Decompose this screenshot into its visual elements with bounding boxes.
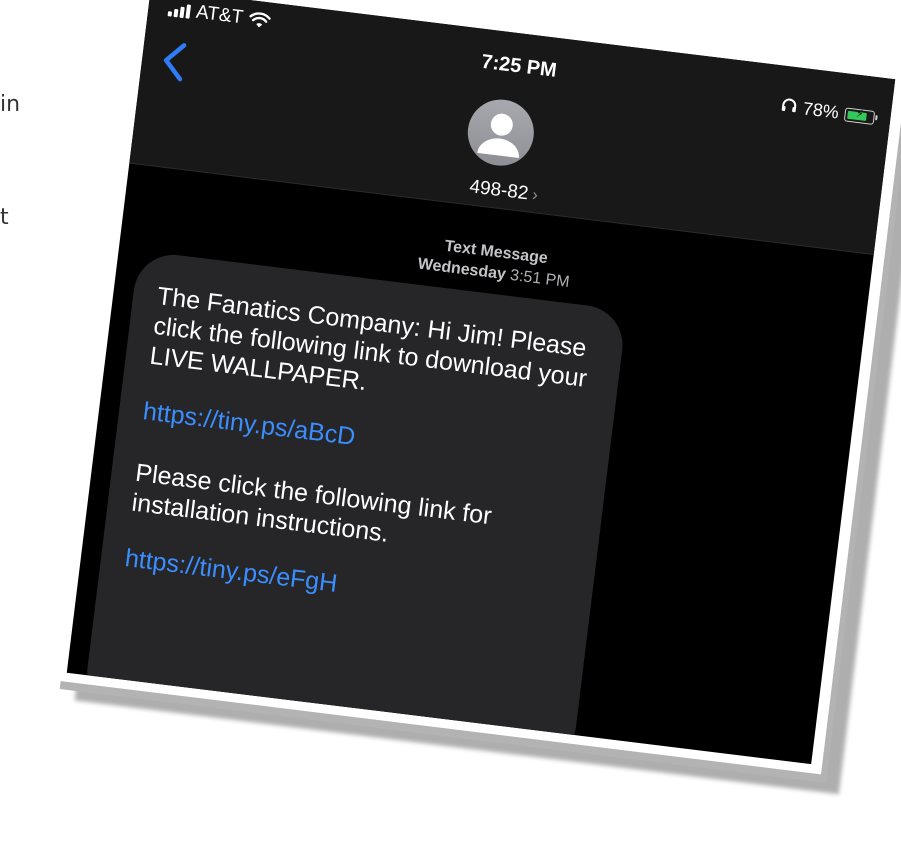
person-icon — [477, 113, 519, 158]
contact-avatar[interactable] — [464, 95, 538, 170]
battery-icon: ⚡ — [843, 106, 876, 125]
contact-chevron-icon: › — [531, 184, 540, 205]
battery-percent: 78% — [801, 98, 840, 123]
headphones-icon — [780, 96, 798, 119]
back-chevron-icon[interactable] — [159, 40, 188, 88]
background-text-fragment: in — [0, 92, 21, 117]
background-text-fragment-2: t — [0, 205, 9, 230]
message-paragraph-1: The Fanatics Company: Hi Jim! Please cli… — [148, 282, 589, 396]
charging-bolt-icon: ⚡ — [855, 107, 865, 121]
contact-number: 498-82 — [468, 176, 530, 205]
messages-screen: AT&T 7:25 PM 78% ⚡ 498-82› Text Message … — [66, 0, 896, 765]
incoming-message-bubble[interactable]: The Fanatics Company: Hi Jim! Please cli… — [82, 250, 628, 765]
phone-screenshot-frame: AT&T 7:25 PM 78% ⚡ 498-82› Text Message … — [54, 0, 901, 775]
message-time: 3:51 PM — [509, 266, 571, 292]
screenshot-stage: in t AT&T 7:25 PM 78% ⚡ 498-82› Text Mes… — [0, 0, 901, 851]
